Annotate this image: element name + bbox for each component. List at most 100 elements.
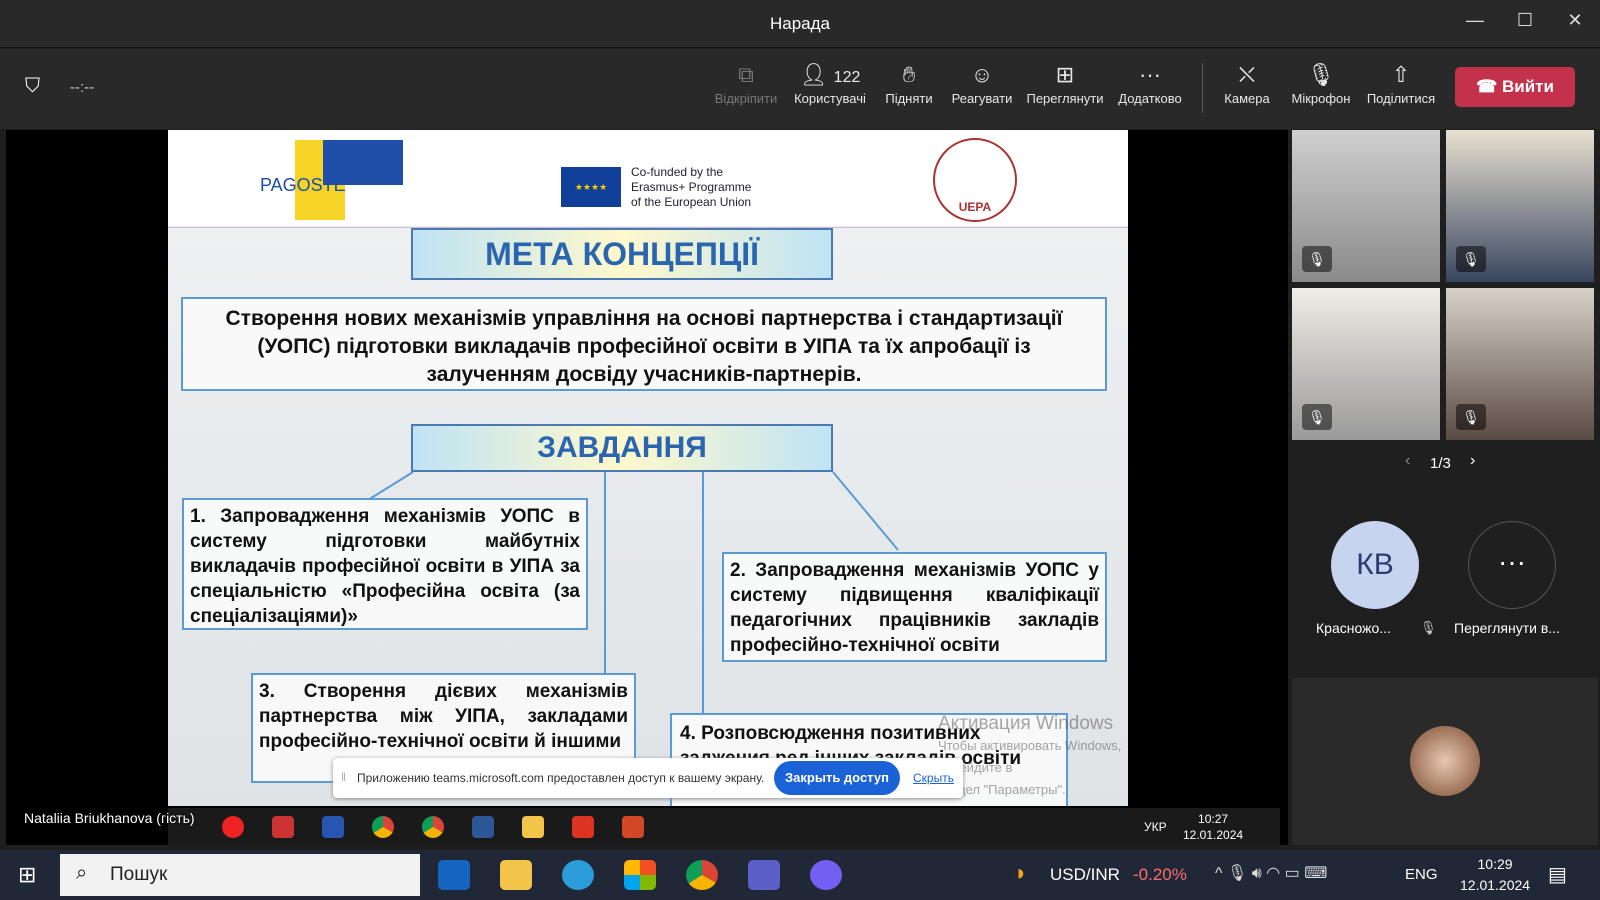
participant-video[interactable]: 🎙︎ (1292, 130, 1440, 282)
share-notice-text: Приложению teams.microsoft.com предостав… (357, 771, 765, 785)
phone-icon: ☎ (1476, 77, 1502, 96)
window-title: Нарада (769, 14, 830, 33)
participant-video[interactable]: 🎙︎ (1446, 288, 1594, 440)
input-language[interactable]: ENG (1405, 866, 1438, 883)
shield-icon: ⛉ (25, 75, 40, 97)
meeting-toolbar: ⛉ --:-- ⧉ Відкріпити 👤︎ 122 Користувачі ✋︎… (0, 49, 1600, 129)
task-1: 1. Запровадження механізмів УОПС в систе… (182, 498, 588, 630)
view-all-label[interactable]: Переглянути в... (1454, 620, 1560, 636)
mic-off-icon: 🎙︎ (1456, 404, 1486, 430)
prev-page-icon[interactable]: ‹ (1405, 452, 1410, 470)
presenter-name: Nataliia Briukhanova (гість) (24, 810, 195, 826)
share-icon: ⇧ (1391, 62, 1411, 87)
gallery-page: 1/3 (1430, 455, 1451, 472)
mic-off-icon: 🎙︎ (1302, 246, 1332, 272)
stop-sharing-button[interactable]: Закрыть доступ (774, 761, 900, 795)
more-label: Додатково (1118, 91, 1182, 106)
raise-label: Підняти (885, 91, 933, 106)
self-view (1292, 678, 1598, 845)
chrome-icon (372, 816, 394, 838)
title-bar: Нарада — ☐ ✕ (0, 0, 1600, 48)
view-button[interactable]: ⊞ Переглянути (1024, 61, 1106, 106)
mic-off-icon: 🎙︎ (1456, 246, 1486, 272)
presentation-slide: PAGOSTE ★★★★ Co-funded by the Erasmus+ Pr… (168, 130, 1128, 806)
more-participants-icon[interactable]: ··· (1468, 521, 1556, 609)
next-page-icon[interactable]: › (1470, 452, 1475, 470)
users-button[interactable]: 👤︎ 122 Користувачі (790, 61, 870, 106)
users-label: Користувачі (794, 91, 866, 106)
ticker-change: -0.20% (1133, 865, 1187, 884)
remote-taskbar: УКР 10:27 12.01.2024 (168, 808, 1280, 846)
app-icon (272, 816, 294, 838)
maximize-button[interactable]: ☐ (1510, 10, 1540, 31)
system-clock[interactable]: 10:29 12.01.2024 (1460, 854, 1530, 896)
mic-label: Мікрофон (1291, 91, 1351, 106)
word-icon (472, 816, 494, 838)
divider (1202, 63, 1203, 113)
participant-video[interactable]: 🎙︎ (1446, 130, 1594, 282)
currency-icon: ◑ (1012, 860, 1026, 885)
chrome-icon (422, 816, 444, 838)
camera-off-icon: ⛌ (1238, 62, 1256, 87)
powerpoint-icon (622, 816, 644, 838)
unpin-icon: ⧉ (738, 62, 754, 87)
more-icon: ··· (1139, 62, 1161, 87)
system-tray-icons[interactable]: ^ 🎙︎ 🔊︎ ◠ ▭ ⌨ (1215, 863, 1327, 883)
viber-icon[interactable] (810, 860, 842, 890)
search-placeholder: Пошук (110, 864, 168, 885)
users-count: 122 (833, 69, 861, 86)
taskbar-search[interactable]: ⌕ Пошук (60, 854, 420, 896)
notifications-icon[interactable]: ▤ (1548, 862, 1567, 887)
camera-button[interactable]: ⛌ Камера (1218, 61, 1276, 106)
grid-icon: ⊞ (1055, 62, 1075, 87)
edge-icon[interactable] (562, 860, 594, 890)
folder-icon (522, 816, 544, 838)
person-icon: 👤︎ (799, 62, 828, 87)
explorer-icon[interactable] (500, 860, 532, 890)
store-icon[interactable] (624, 860, 656, 890)
windows-taskbar: ⊞ ⌕ Пошук ◑ USD/INR -0.20% ^ 🎙︎ 🔊︎ ◠ ▭ ⌨ … (0, 850, 1600, 900)
search-icon: ⌕ (76, 862, 88, 884)
screen-share-notification: ‖ Приложению teams.microsoft.com предост… (333, 758, 963, 798)
minimize-button[interactable]: — (1460, 10, 1490, 31)
view-label: Переглянути (1026, 91, 1104, 106)
participant-name: Красножо... (1316, 620, 1391, 636)
drag-handle[interactable]: ‖ (341, 770, 346, 784)
hand-icon: ✋︎ (902, 62, 916, 87)
close-button[interactable]: ✕ (1560, 10, 1590, 31)
remote-clock: 10:27 12.01.2024 (1183, 812, 1244, 842)
share-button[interactable]: ⇧ Поділитися (1364, 61, 1438, 106)
smile-icon: ☺ (970, 62, 994, 87)
chrome-icon[interactable] (686, 860, 718, 890)
mail-icon[interactable] (438, 860, 470, 890)
windows-start-icon[interactable]: ⊞ (18, 862, 36, 888)
leave-label: Вийти (1501, 77, 1554, 96)
participant-video[interactable]: 🎙︎ (1292, 288, 1440, 440)
more-button[interactable]: ··· Додатково (1114, 61, 1186, 106)
raise-hand-button[interactable]: ✋︎ Підняти (880, 61, 938, 106)
camera-label: Камера (1224, 91, 1270, 106)
hide-link[interactable]: Скрыть (913, 771, 954, 785)
share-label: Поділитися (1366, 91, 1436, 106)
mic-button[interactable]: 🎙︎ Мікрофон (1286, 61, 1356, 106)
react-button[interactable]: ☺ Реагувати (948, 61, 1016, 106)
teams-icon[interactable] (748, 860, 780, 890)
mic-off-icon: 🎙︎ (1302, 404, 1332, 430)
mic-off-icon: 🎙︎ (1420, 620, 1437, 635)
task-2: 2. Запровадження механізмів УОПС у систе… (722, 552, 1107, 662)
participants-gallery: 🎙︎ 🎙︎ 🎙︎ 🎙︎ ‹ 1/3 › КВ Красножо... 🎙︎ ··… (1290, 130, 1600, 845)
opera-icon (222, 816, 244, 838)
windows-activation-watermark: Активация Windows Чтобы активировать Wind… (938, 713, 1122, 797)
acrobat-icon (572, 816, 594, 838)
self-avatar (1410, 726, 1480, 796)
leave-button[interactable]: ☎ Вийти (1455, 67, 1575, 107)
react-label: Реагувати (951, 91, 1013, 106)
ticker-name[interactable]: USD/INR (1050, 865, 1120, 885)
remote-lang: УКР (1144, 820, 1167, 834)
save-icon (322, 816, 344, 838)
avatar[interactable]: КВ (1331, 521, 1419, 609)
unpin-button[interactable]: ⧉ Відкріпити (712, 61, 780, 106)
mic-off-icon: 🎙︎ (1307, 62, 1335, 87)
meeting-timer: --:-- (70, 79, 95, 96)
unpin-label: Відкріпити (714, 91, 778, 106)
